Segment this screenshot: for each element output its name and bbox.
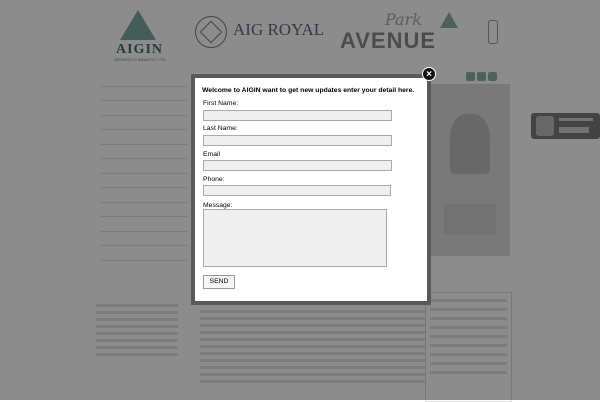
email-label: Email: [203, 151, 220, 158]
last-name-input[interactable]: [203, 135, 392, 146]
phone-label: Phone:: [203, 176, 225, 183]
popup-heading: Welcome to AIGIN want to get new updates…: [202, 87, 415, 94]
message-textarea[interactable]: [203, 209, 387, 267]
newsletter-popup: Welcome to AIGIN want to get new updates…: [191, 74, 431, 305]
message-label: Message:: [203, 202, 233, 209]
last-name-label: Last Name:: [203, 125, 238, 132]
send-button[interactable]: SEND: [203, 275, 235, 289]
first-name-input[interactable]: [203, 110, 392, 121]
first-name-label: First Name:: [203, 100, 239, 107]
close-icon[interactable]: ×: [422, 67, 436, 81]
phone-input[interactable]: [203, 185, 391, 196]
email-input[interactable]: [203, 160, 392, 171]
